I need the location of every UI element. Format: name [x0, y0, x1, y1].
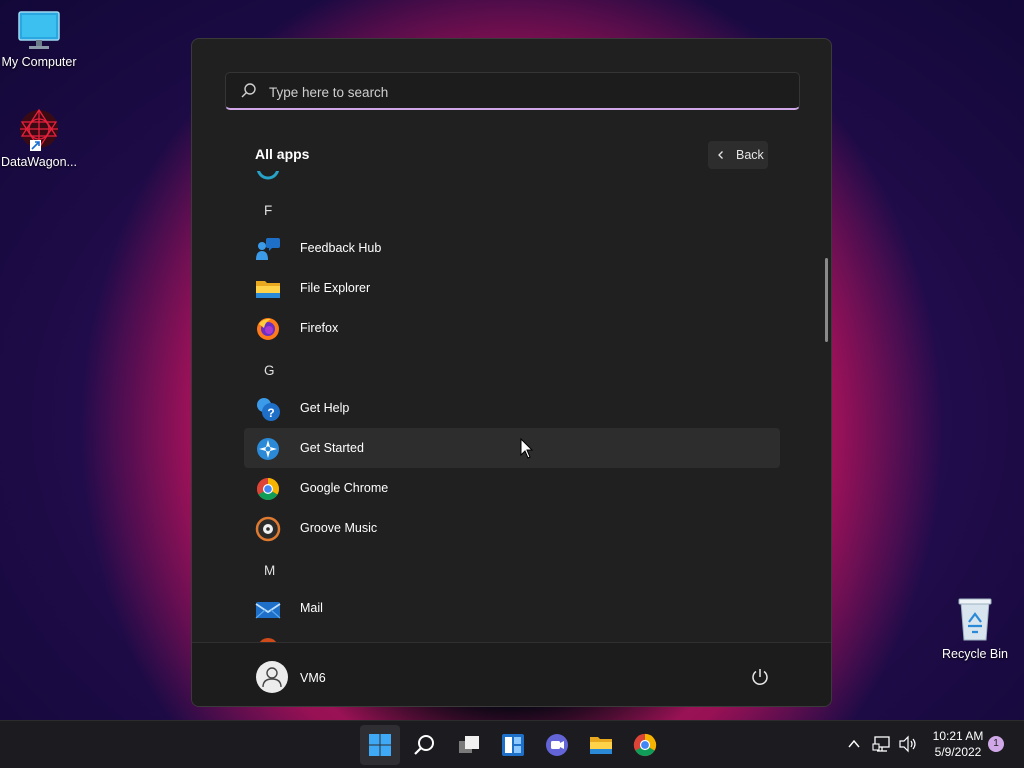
notification-badge[interactable]: 1: [988, 736, 1004, 752]
back-button-label: Back: [736, 148, 764, 162]
app-item-get-started[interactable]: Get Started: [244, 428, 780, 468]
taskbar-file-explorer-button[interactable]: [581, 725, 621, 765]
widgets-icon: [502, 734, 524, 756]
group-letter-m[interactable]: M: [264, 563, 275, 578]
app-name: Google Chrome: [300, 481, 389, 495]
user-avatar[interactable]: [256, 661, 288, 693]
taskbar-chat-button[interactable]: [537, 725, 577, 765]
mail-icon: [255, 602, 281, 619]
group-letter-g[interactable]: G: [264, 363, 275, 378]
app-item-file-explorer[interactable]: File Explorer: [244, 268, 780, 308]
taskbar-task-view-button[interactable]: [449, 725, 489, 765]
back-button[interactable]: Back: [708, 141, 768, 169]
svg-text:?: ?: [267, 406, 274, 420]
chevron-up-icon[interactable]: [847, 738, 861, 750]
datawagon-icon: [20, 108, 58, 151]
task-view-icon: [459, 736, 479, 753]
clock-time: 10:21 AM: [932, 729, 984, 743]
desktop-icon-datawagon[interactable]: DataWagon...: [0, 106, 81, 169]
windows-start-icon: [369, 734, 391, 756]
app-name: Firefox: [300, 321, 339, 335]
get-started-icon: [257, 438, 279, 460]
app-name: Feedback Hub: [300, 241, 382, 255]
start-menu-footer: VM6: [192, 642, 831, 706]
app-name: Groove Music: [300, 521, 378, 535]
search-icon: [241, 83, 256, 98]
app-item-google-chrome[interactable]: Google Chrome: [244, 468, 780, 508]
file-explorer-icon: [590, 737, 612, 754]
volume-icon[interactable]: [898, 735, 918, 753]
all-apps-list[interactable]: F Feedback Hub File Explorer Firefox G ?…: [244, 171, 780, 643]
search-input[interactable]: [267, 73, 771, 111]
user-avatar-icon: [262, 667, 282, 688]
chrome-icon: [633, 733, 657, 757]
taskbar-clock[interactable]: 10:21 AM 5/9/2022: [924, 728, 992, 760]
feedback-hub-icon: [256, 238, 280, 260]
search-box[interactable]: [225, 72, 800, 111]
group-letter-f[interactable]: F: [264, 203, 272, 218]
chrome-icon: [257, 478, 279, 500]
app-item-groove-music[interactable]: Groove Music: [244, 508, 780, 548]
desktop-icon-my-computer[interactable]: My Computer: [0, 10, 81, 69]
desktop-icon-label: My Computer: [1, 55, 77, 69]
taskbar: 10:21 AM 5/9/2022: [0, 720, 1024, 768]
apps-list-scrollbar[interactable]: [825, 258, 828, 342]
taskbar-start-button[interactable]: [360, 725, 400, 765]
app-item-get-help[interactable]: ? Get Help: [244, 388, 780, 428]
get-help-icon: ?: [257, 398, 280, 421]
mouse-cursor-icon: [520, 438, 534, 459]
app-item-mail[interactable]: Mail: [244, 588, 780, 628]
chevron-left-icon: [718, 151, 723, 159]
desktop-icon-label: DataWagon...: [1, 155, 77, 169]
desktop-icon-recycle-bin[interactable]: Recycle Bin: [933, 596, 1017, 661]
app-name: Mail: [300, 601, 323, 615]
app-item-firefox[interactable]: Firefox: [244, 308, 780, 348]
file-explorer-icon: [256, 281, 280, 298]
app-name: Get Help: [300, 401, 350, 415]
power-icon[interactable]: [750, 667, 770, 687]
start-menu: All apps Back F Feedback Hub: [191, 38, 832, 707]
search-icon: [414, 735, 434, 755]
recycle-bin-icon: [958, 598, 992, 641]
taskbar-widgets-button[interactable]: [493, 725, 533, 765]
user-name[interactable]: VM6: [300, 671, 326, 685]
monitor-icon: [18, 11, 60, 49]
app-name: File Explorer: [300, 281, 371, 295]
all-apps-title: All apps: [255, 146, 310, 162]
teams-chat-icon: [546, 734, 568, 756]
taskbar-chrome-button[interactable]: [625, 725, 665, 765]
firefox-icon: [257, 318, 279, 340]
app-name: Get Started: [300, 441, 364, 455]
app-icon-partial: [256, 171, 280, 180]
network-icon[interactable]: [872, 735, 892, 753]
desktop-icon-label: Recycle Bin: [942, 647, 1008, 661]
app-item-feedback-hub[interactable]: Feedback Hub: [244, 228, 780, 268]
taskbar-search-button[interactable]: [405, 725, 445, 765]
clock-date: 5/9/2022: [934, 745, 982, 759]
groove-music-icon: [255, 516, 281, 542]
